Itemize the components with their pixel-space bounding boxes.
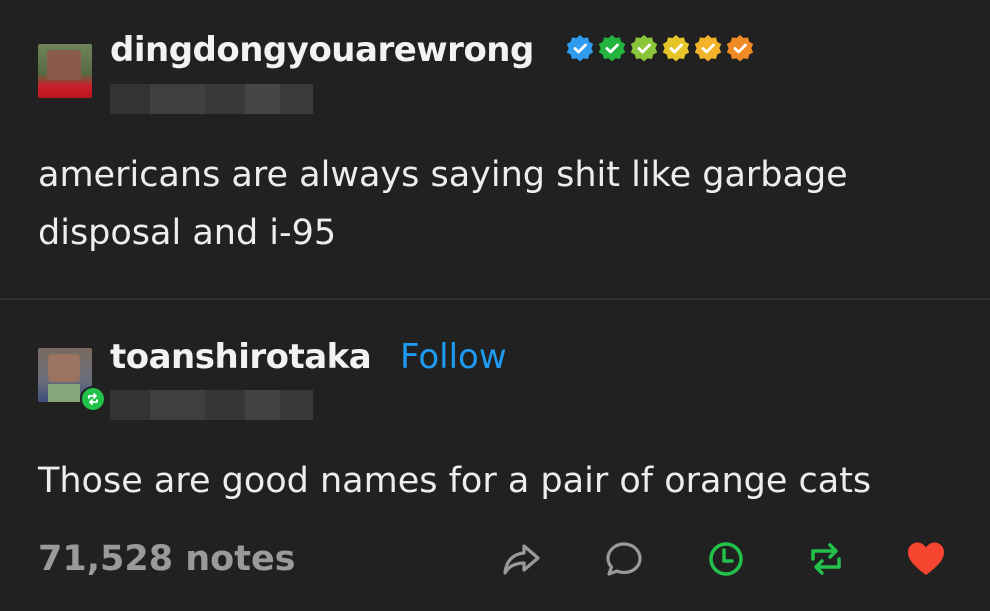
reply-icon[interactable]	[602, 537, 646, 581]
redacted-subtitle	[110, 390, 313, 420]
verified-badge-icon	[630, 35, 658, 62]
post-body: americans are always saying shit like ga…	[38, 155, 848, 253]
verified-badge-icon	[598, 35, 626, 62]
reblog-badge-icon	[80, 386, 106, 412]
avatar[interactable]	[38, 44, 92, 98]
follow-button[interactable]: Follow	[400, 337, 507, 377]
reblog-body: Those are good names for a pair of orang…	[38, 461, 872, 501]
post-username[interactable]: dingdongyouarewrong	[110, 30, 534, 70]
badges	[565, 33, 755, 63]
reblog-icon[interactable]	[804, 537, 848, 581]
redacted-subtitle	[110, 84, 313, 114]
notes-count[interactable]: 71,528 notes	[38, 535, 296, 583]
verified-badge-icon	[726, 35, 754, 62]
verified-badge-icon	[566, 35, 594, 62]
verified-badge-icon	[662, 35, 690, 62]
verified-badge-icon	[694, 35, 722, 62]
heart-icon[interactable]	[904, 537, 948, 581]
schedule-icon[interactable]	[704, 537, 748, 581]
reblog-username[interactable]: toanshirotaka	[110, 337, 372, 377]
share-icon[interactable]	[500, 537, 544, 581]
